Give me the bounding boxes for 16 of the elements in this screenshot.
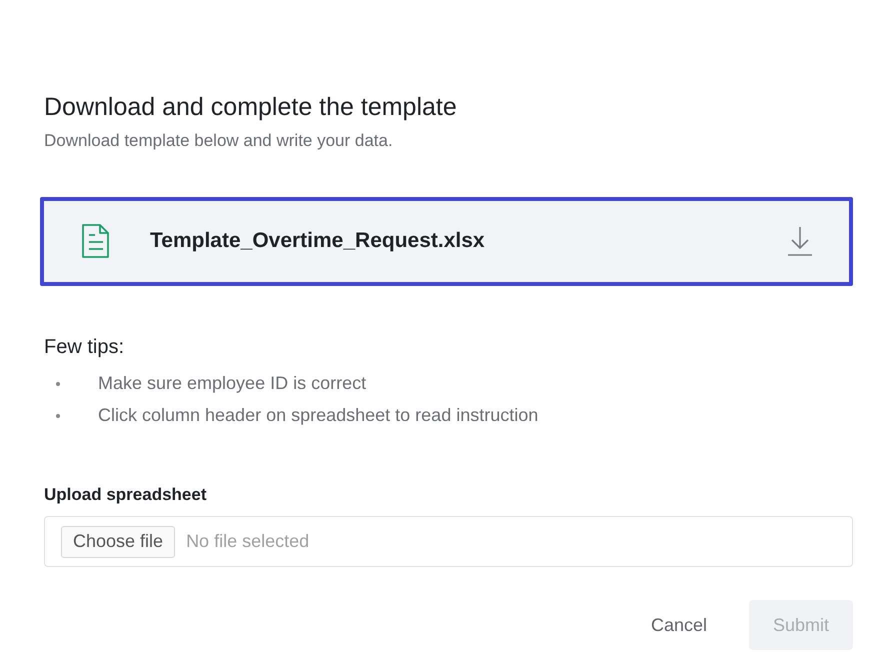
tips-title: Few tips: bbox=[44, 334, 126, 360]
choose-file-button[interactable]: Choose file bbox=[61, 526, 176, 558]
download-icon[interactable] bbox=[787, 226, 813, 256]
cancel-button[interactable]: Cancel bbox=[634, 600, 723, 650]
tip-text: Click column header on spreadsheet to read instruction bbox=[98, 404, 538, 427]
dialog-title: Download and complete the template bbox=[44, 92, 458, 123]
dialog-subtitle: Download template below and write your data. bbox=[44, 130, 394, 152]
upload-label: Upload spreadsheet bbox=[44, 484, 208, 506]
file-status: No file selected bbox=[186, 530, 310, 553]
bullet-icon bbox=[56, 382, 60, 386]
file-input-field[interactable]: Choose file No file selected bbox=[44, 516, 853, 567]
document-icon bbox=[80, 223, 112, 259]
bullet-icon bbox=[56, 414, 60, 418]
template-file-card[interactable]: Template_Overtime_Request.xlsx bbox=[40, 196, 853, 286]
tip-text: Make sure employee ID is correct bbox=[98, 372, 366, 395]
file-name: Template_Overtime_Request.xlsx bbox=[150, 228, 485, 254]
